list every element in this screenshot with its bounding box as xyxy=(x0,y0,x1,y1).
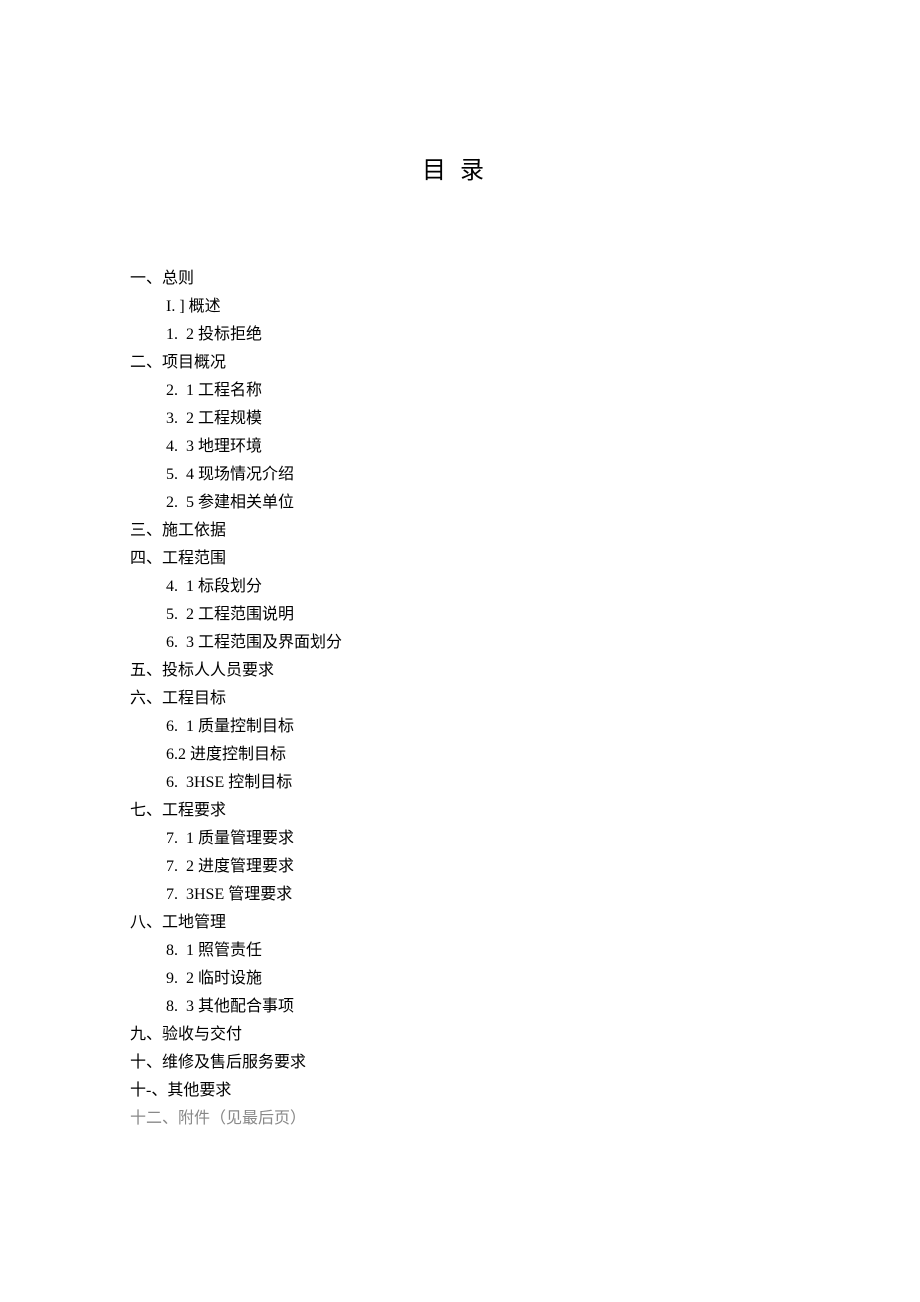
toc-entry-text: 其他要求 xyxy=(167,1082,231,1099)
toc-entry: 九、验收与交付 xyxy=(130,1021,790,1049)
toc-entry-text: 工程名称 xyxy=(198,382,262,399)
toc-entry-text: 质量控制目标 xyxy=(198,718,294,735)
toc-entry-number: 6. 1 xyxy=(166,718,198,735)
toc-entry-number: 8. 3 xyxy=(166,998,198,1015)
toc-entry: 七、工程要求 xyxy=(130,797,790,825)
toc-entry-text: 其他配合事项 xyxy=(198,998,294,1015)
toc-entry: 6. 1 质量控制目标 xyxy=(166,713,790,741)
toc-entry: I. ] 概述 xyxy=(166,293,790,321)
toc-entry: 5. 2 工程范围说明 xyxy=(166,601,790,629)
toc-entry-text: 进度管理要求 xyxy=(198,858,294,875)
toc-entry: 三、施工依据 xyxy=(130,517,790,545)
toc-entry: 3. 2 工程规模 xyxy=(166,405,790,433)
toc-entry-text: 临时设施 xyxy=(198,970,262,987)
toc-entry-number: 四、 xyxy=(130,550,162,567)
toc-entry-number: I. ] xyxy=(166,298,189,315)
toc-entry-text: 总则 xyxy=(162,270,194,287)
toc-entry-number: 7. 3 xyxy=(166,886,194,903)
toc-entry: 8. 3 其他配合事项 xyxy=(166,993,790,1021)
toc-entry-number: 2. 5 xyxy=(166,494,198,511)
toc-entry-text: 概述 xyxy=(189,298,221,315)
toc-entry-number: 9. 2 xyxy=(166,970,198,987)
toc-entry: 四、工程范围 xyxy=(130,545,790,573)
toc-entry-text: 工程要求 xyxy=(162,802,226,819)
toc-entry-text: 验收与交付 xyxy=(162,1026,242,1043)
toc-entry-text: HSE 管理要求 xyxy=(194,886,292,903)
toc-entry-text: 投标拒绝 xyxy=(198,326,262,343)
toc-entry: 7. 3HSE 管理要求 xyxy=(166,881,790,909)
toc-entry: 一、总则 xyxy=(130,265,790,293)
toc-entry-number: 4. 3 xyxy=(166,438,198,455)
toc-entry-number: 十二、 xyxy=(130,1110,178,1127)
toc-entry-text: 维修及售后服务要求 xyxy=(162,1054,306,1071)
toc-entry-number: 6.2 xyxy=(166,746,190,763)
toc-entry: 6.2 进度控制目标 xyxy=(166,741,790,769)
toc-entry: 6. 3 工程范围及界面划分 xyxy=(166,629,790,657)
toc-entry: 二、项目概况 xyxy=(130,349,790,377)
toc-entry-number: 7. 2 xyxy=(166,858,198,875)
toc-entry-number: 6. 3 xyxy=(166,634,198,651)
toc-entry: 八、工地管理 xyxy=(130,909,790,937)
toc-title: 目录 xyxy=(130,150,790,185)
toc-entry-text: 质量管理要求 xyxy=(198,830,294,847)
toc-entry-text: 项目概况 xyxy=(162,354,226,371)
toc-entry-text: 工程范围及界面划分 xyxy=(198,634,342,651)
toc-entry: 5. 4 现场情况介绍 xyxy=(166,461,790,489)
toc-entry-number: 2. 1 xyxy=(166,382,198,399)
toc-entry: 十二、附件（见最后页） xyxy=(130,1105,790,1133)
toc-entry: 4. 3 地理环境 xyxy=(166,433,790,461)
toc-entry-text: 工程规模 xyxy=(198,410,262,427)
toc-entry-number: 5. 2 xyxy=(166,606,198,623)
toc-entry-number: 7. 1 xyxy=(166,830,198,847)
toc-entry: 2. 5 参建相关单位 xyxy=(166,489,790,517)
toc-entry-number: 六、 xyxy=(130,690,162,707)
toc-entry-number: 三、 xyxy=(130,522,162,539)
toc-entry: 十-、其他要求 xyxy=(130,1077,790,1105)
toc-entry: 7. 2 进度管理要求 xyxy=(166,853,790,881)
toc-entry: 2. 1 工程名称 xyxy=(166,377,790,405)
toc-entry-number: 八、 xyxy=(130,914,162,931)
toc-entry-text: 现场情况介绍 xyxy=(198,466,294,483)
toc-entry-text: 照管责任 xyxy=(198,942,262,959)
toc-entry-text: 参建相关单位 xyxy=(198,494,294,511)
toc-entry: 9. 2 临时设施 xyxy=(166,965,790,993)
toc-entry: 六、工程目标 xyxy=(130,685,790,713)
toc-entry-number: 一、 xyxy=(130,270,162,287)
toc-entry-number: 8. 1 xyxy=(166,942,198,959)
toc-entry-number: 十、 xyxy=(130,1054,162,1071)
toc-entry-number: 七、 xyxy=(130,802,162,819)
toc-entry: 十、维修及售后服务要求 xyxy=(130,1049,790,1077)
toc-entry: 6. 3HSE 控制目标 xyxy=(166,769,790,797)
toc-entry-text: 工程范围 xyxy=(162,550,226,567)
toc-entry-number: 6. 3 xyxy=(166,774,194,791)
toc-entry: 8. 1 照管责任 xyxy=(166,937,790,965)
toc-entry-number: 九、 xyxy=(130,1026,162,1043)
toc-entry-number: 5. 4 xyxy=(166,466,198,483)
toc-entry-text: 工地管理 xyxy=(162,914,226,931)
toc-entry-text: 附件（见最后页） xyxy=(178,1110,306,1127)
toc-entry-text: 工程目标 xyxy=(162,690,226,707)
toc-entry-text: 工程范围说明 xyxy=(198,606,294,623)
toc-entry-text: HSE 控制目标 xyxy=(194,774,292,791)
toc-entry-number: 3. 2 xyxy=(166,410,198,427)
toc-entry-text: 投标人人员要求 xyxy=(162,662,274,679)
toc-entry-text: 进度控制目标 xyxy=(190,746,286,763)
toc-entry: 五、投标人人员要求 xyxy=(130,657,790,685)
document-page: 目录 一、总则I. ] 概述1. 2 投标拒绝二、项目概况2. 1 工程名称3.… xyxy=(0,0,920,1133)
toc-entry-text: 标段划分 xyxy=(198,578,262,595)
toc-entry-number: 4. 1 xyxy=(166,578,198,595)
toc-entry: 1. 2 投标拒绝 xyxy=(166,321,790,349)
toc-entry-text: 施工依据 xyxy=(162,522,226,539)
toc-entry-number: 十-、 xyxy=(130,1082,167,1099)
toc-list: 一、总则I. ] 概述1. 2 投标拒绝二、项目概况2. 1 工程名称3. 2 … xyxy=(130,265,790,1133)
toc-entry-text: 地理环境 xyxy=(198,438,262,455)
toc-entry-number: 五、 xyxy=(130,662,162,679)
toc-entry: 7. 1 质量管理要求 xyxy=(166,825,790,853)
toc-entry: 4. 1 标段划分 xyxy=(166,573,790,601)
toc-entry-number: 1. 2 xyxy=(166,326,198,343)
toc-entry-number: 二、 xyxy=(130,354,162,371)
